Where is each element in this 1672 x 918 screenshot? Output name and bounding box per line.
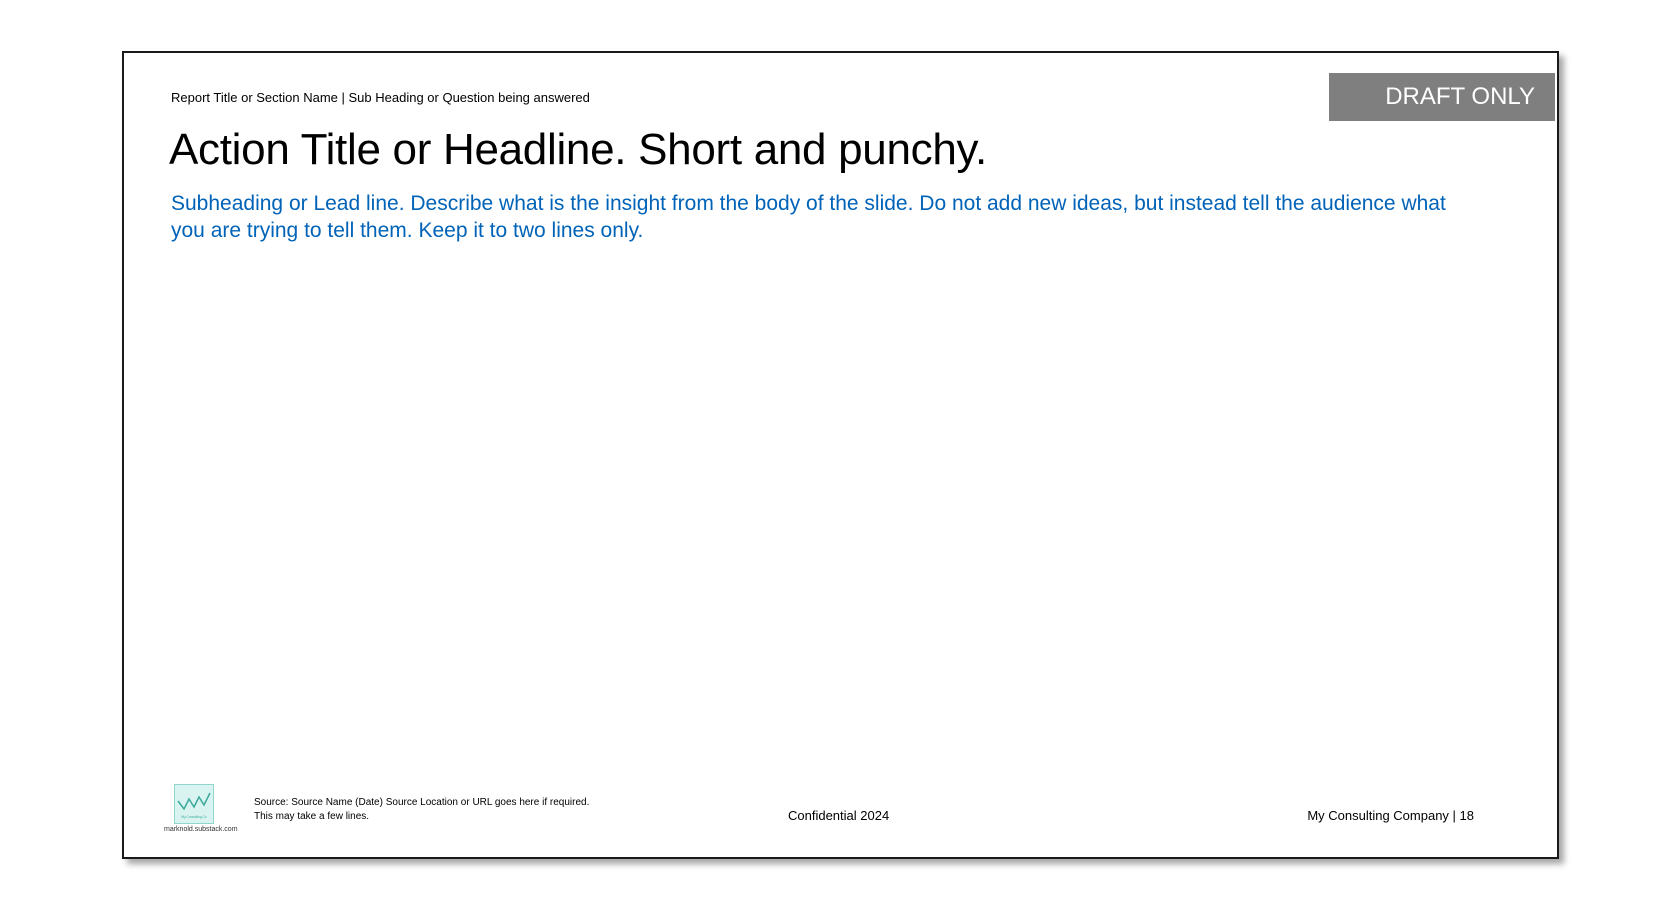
action-title: Action Title or Headline. Short and punc… xyxy=(169,125,987,174)
source-note: Source: Source Name (Date) Source Locati… xyxy=(254,796,589,824)
slide: Report Title or Section Name | Sub Headi… xyxy=(122,51,1559,859)
company-logo: My Consulting Co xyxy=(174,784,214,824)
source-line-1: Source: Source Name (Date) Source Locati… xyxy=(254,797,590,808)
draft-badge-label: DRAFT ONLY xyxy=(1385,83,1535,110)
company-page-number: My Consulting Company | 18 xyxy=(1307,808,1474,823)
breadcrumb: Report Title or Section Name | Sub Headi… xyxy=(171,90,590,105)
source-line-2: This may take a few lines. xyxy=(254,811,370,822)
chart-icon: My Consulting Co xyxy=(177,792,211,819)
draft-badge: DRAFT ONLY xyxy=(1329,73,1555,121)
logo-caption: marknold.substack.com xyxy=(164,826,238,833)
confidential-label: Confidential 2024 xyxy=(788,808,890,823)
logo-text: My Consulting Co xyxy=(181,815,206,819)
lead-line: Subheading or Lead line. Describe what i… xyxy=(171,192,1446,242)
